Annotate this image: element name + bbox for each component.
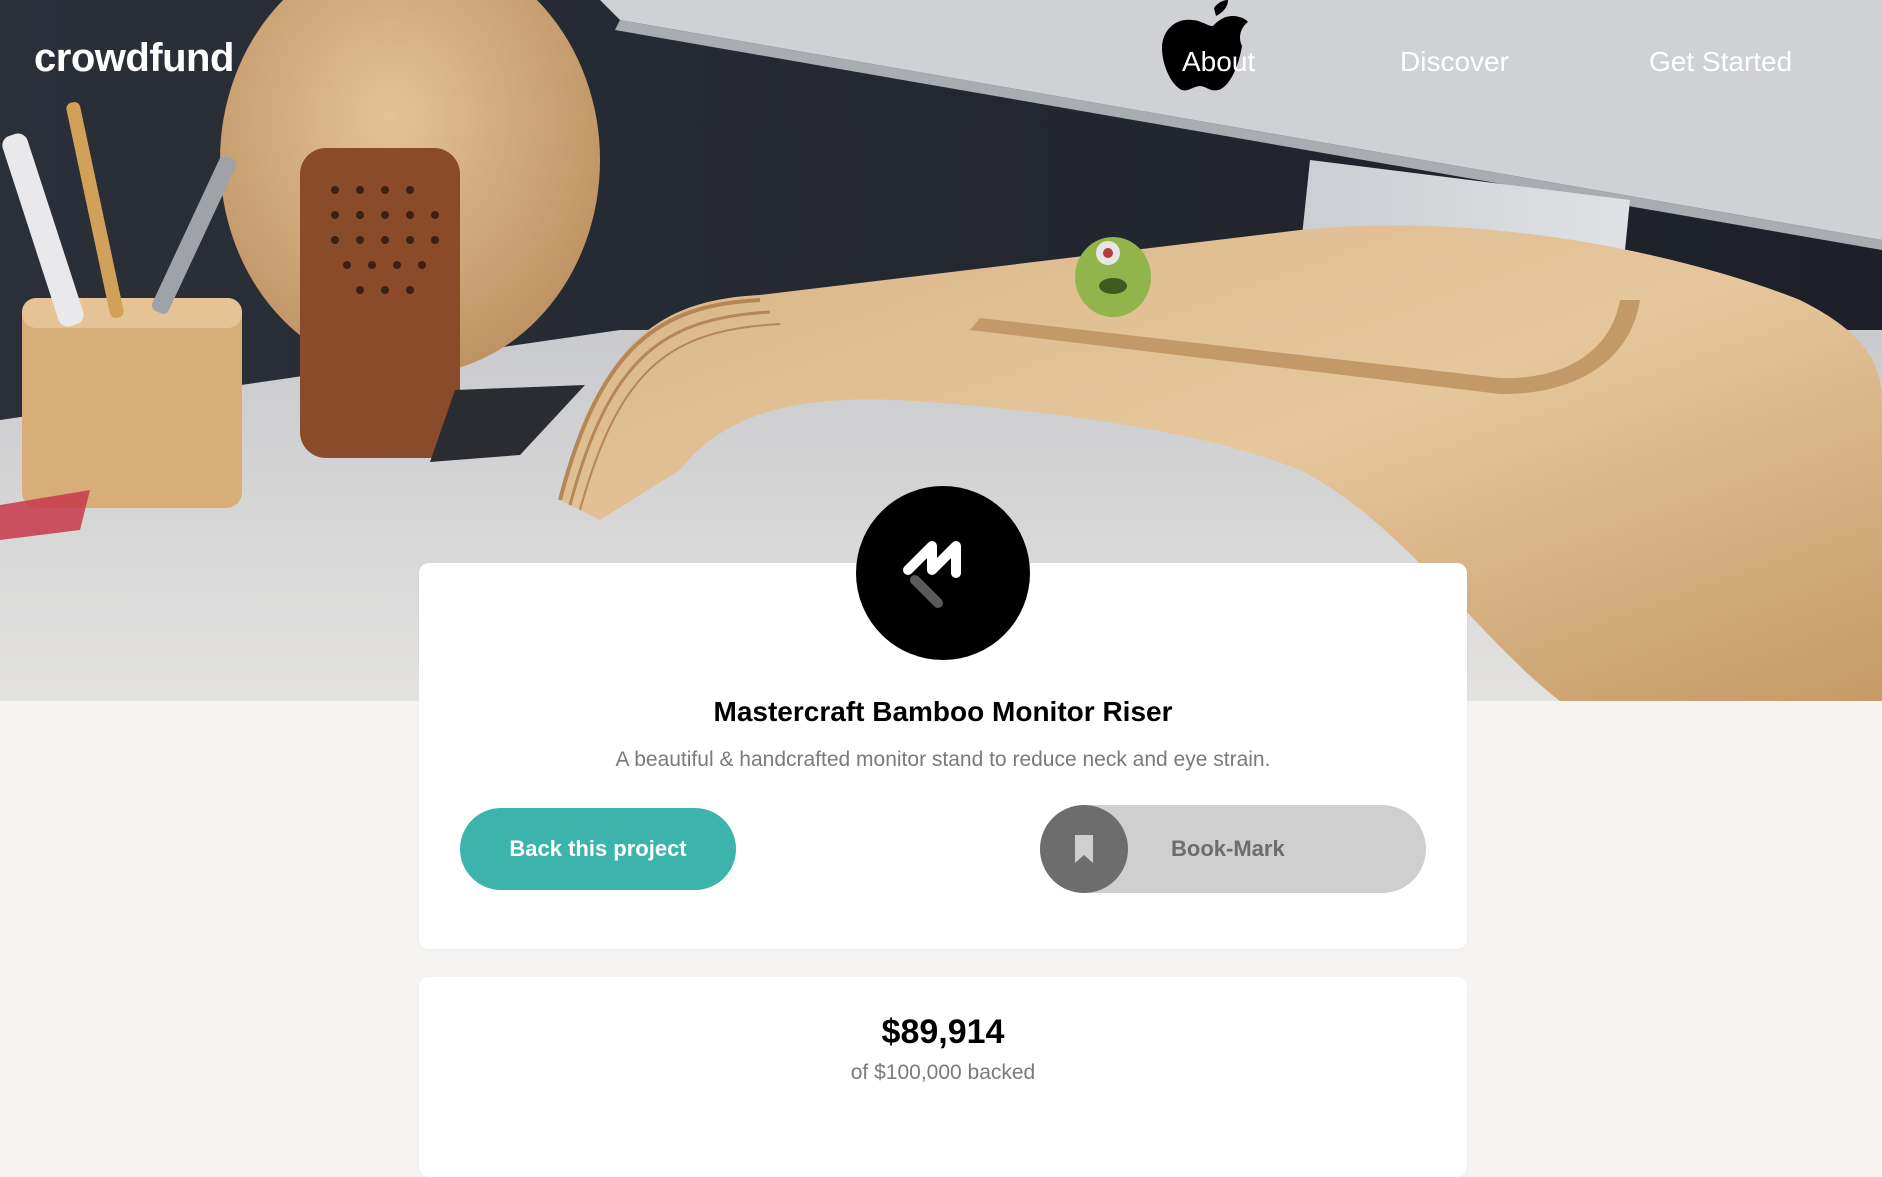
logo[interactable]: crowdfund <box>34 36 234 81</box>
nav-about[interactable]: About <box>1182 46 1255 78</box>
back-project-label: Back this project <box>509 836 687 861</box>
nav-get-started[interactable]: Get Started <box>1649 46 1792 78</box>
backed-goal-text: of $100,000 backed <box>850 1061 1036 1084</box>
bookmark-button[interactable]: Book-Mark <box>1040 805 1426 893</box>
bookmark-icon <box>1075 835 1093 863</box>
stats-card: $89,914 of $100,000 backed <box>419 977 1467 1177</box>
back-project-button[interactable]: Back this project <box>460 808 736 890</box>
bookmark-label: Book-Mark <box>1171 836 1285 861</box>
mastercraft-logo-icon <box>856 486 1030 660</box>
nav-discover[interactable]: Discover <box>1400 46 1509 78</box>
backed-amount: $89,914 <box>881 1013 1005 1051</box>
project-title: Mastercraft Bamboo Monitor Riser <box>713 696 1173 727</box>
bookmark-icon-circle <box>1040 805 1128 893</box>
project-description: A beautiful & handcrafted monitor stand … <box>615 748 1271 771</box>
